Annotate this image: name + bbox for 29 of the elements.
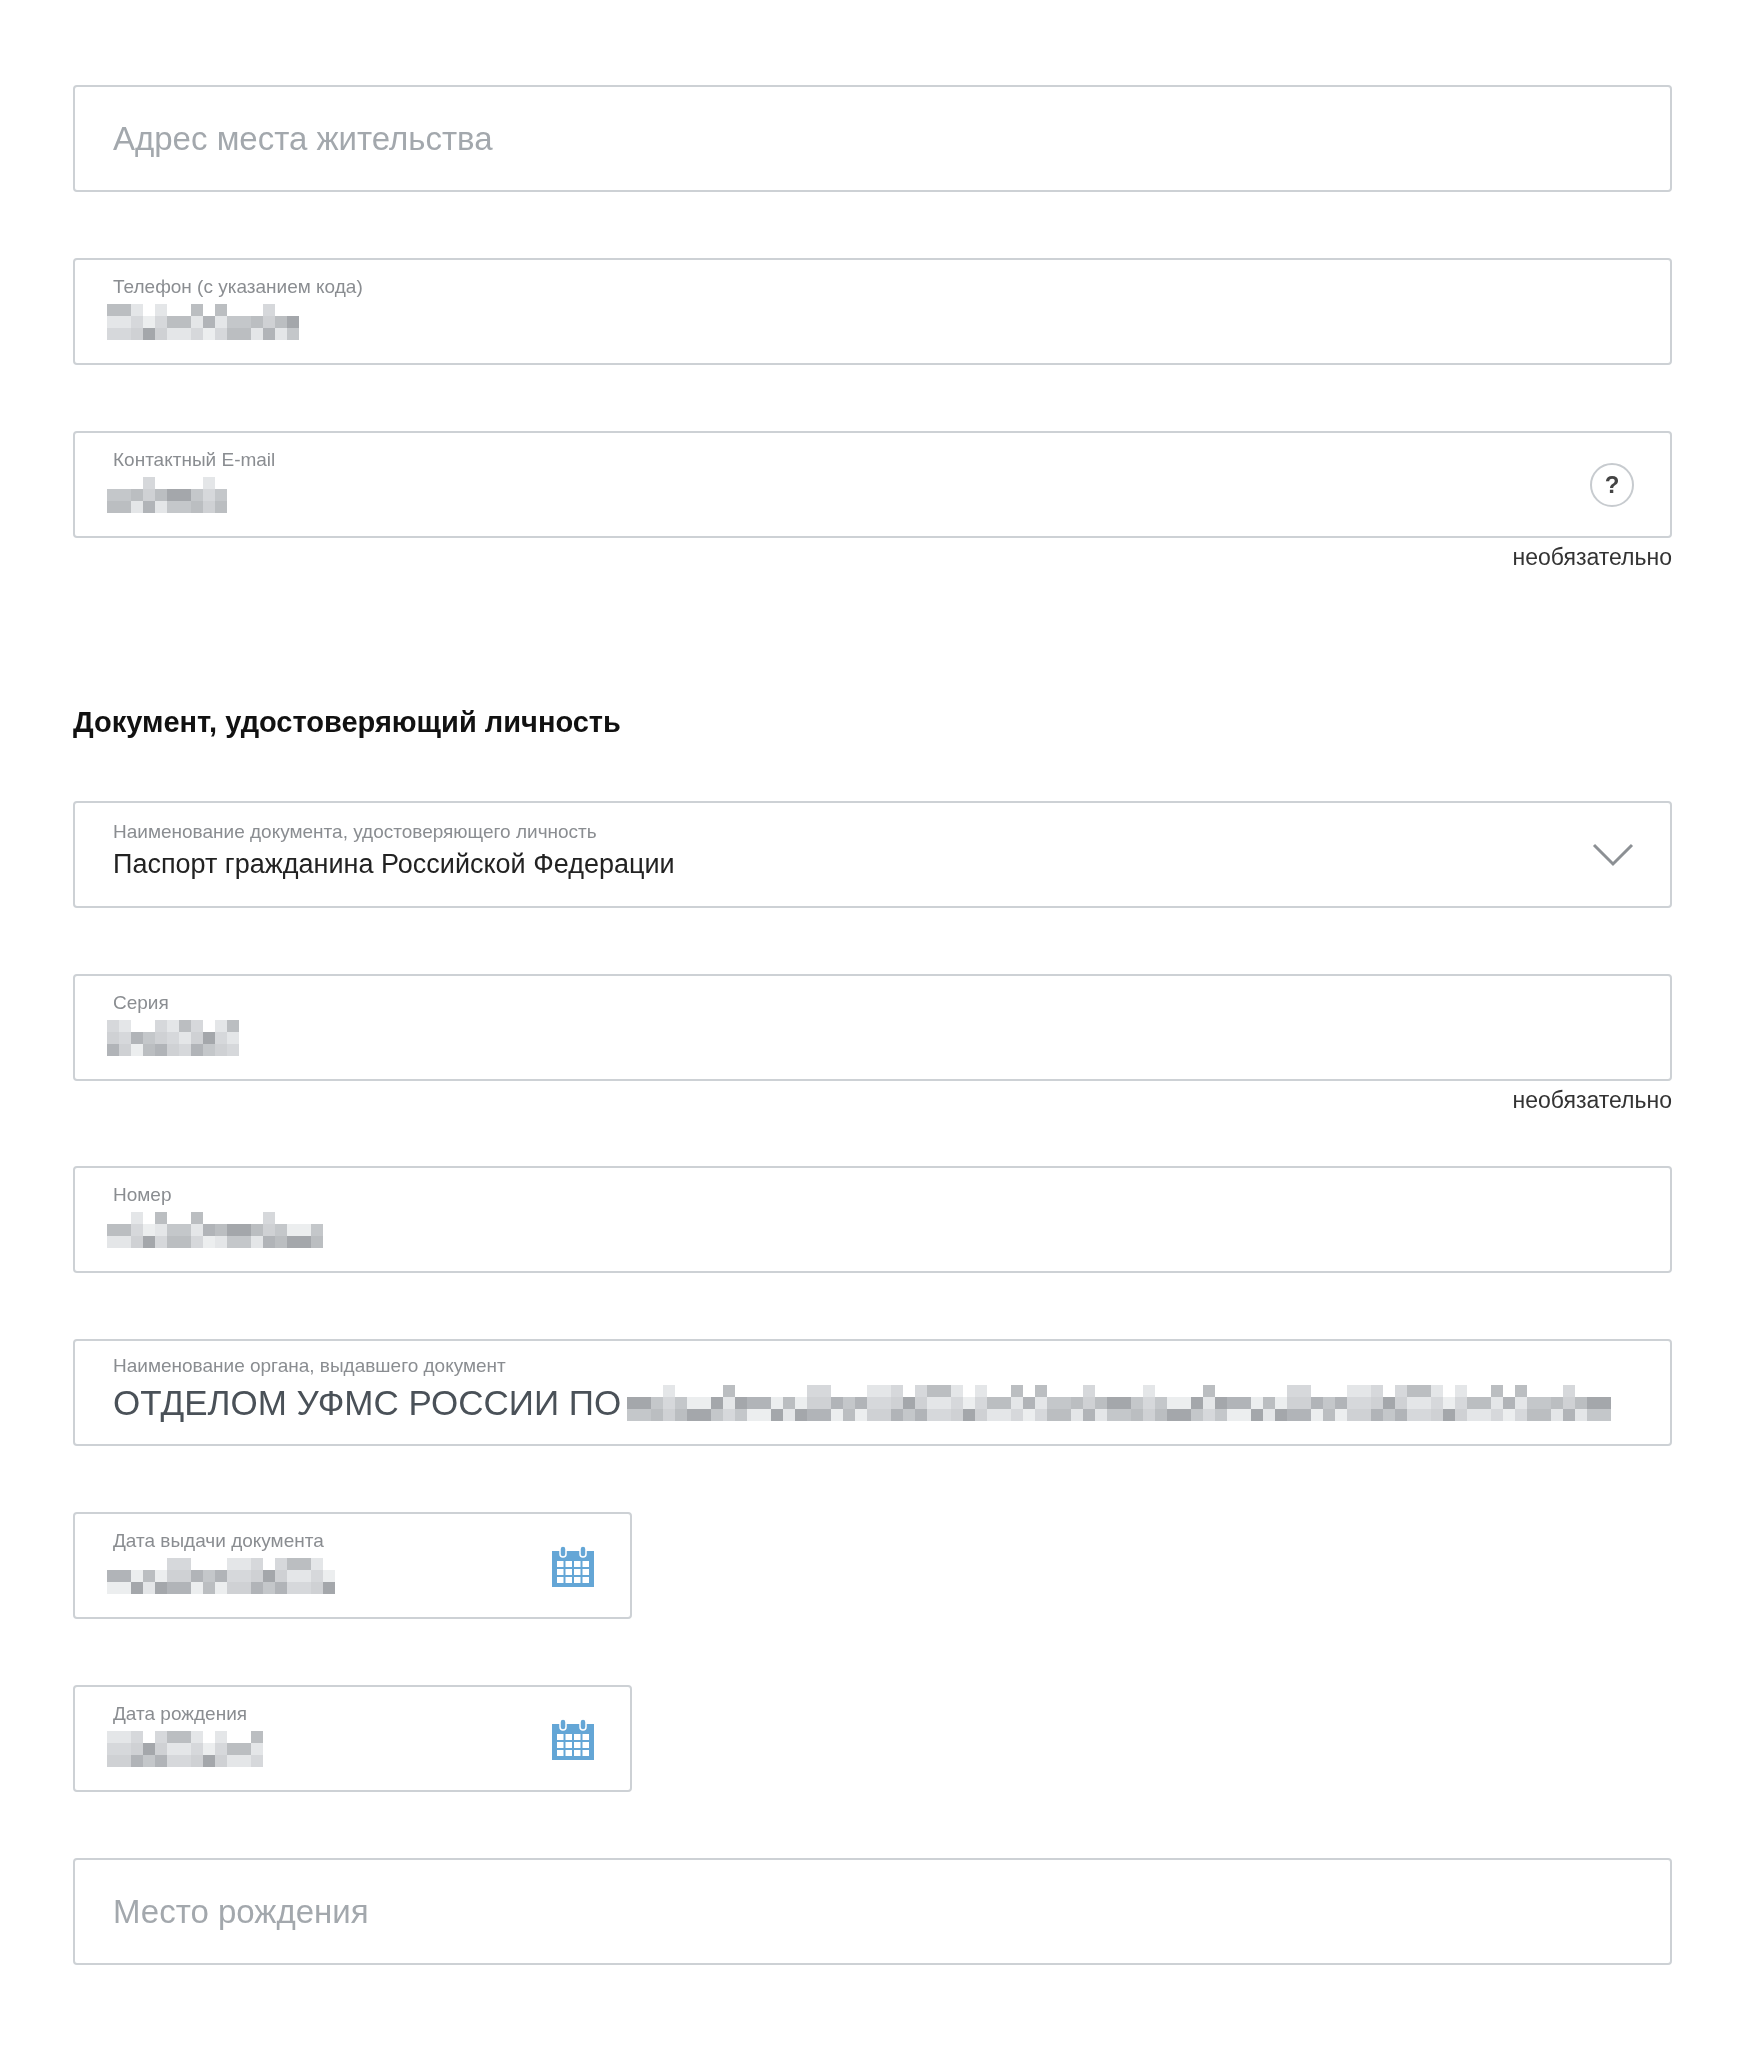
field-value: Паспорт гражданина Российской Федерации bbox=[113, 849, 675, 880]
date-field[interactable]: Дата выдачи документа bbox=[73, 1512, 632, 1619]
field-placeholder: Адрес места жительства bbox=[113, 119, 494, 158]
chevron-down-icon[interactable] bbox=[1592, 842, 1634, 867]
input-field[interactable]: Наименование органа, выдавшего документ ОТДЕЛОМ УФМС РОССИИ ПО bbox=[73, 1339, 1672, 1446]
section-heading: Документ, удостоверяющий личность bbox=[73, 706, 622, 739]
field-label: Дата рождения bbox=[113, 1702, 249, 1725]
dropdown-field[interactable]: Наименование документа, удостоверяющего личность Паспорт гражданина Российской Федерации bbox=[73, 801, 1672, 908]
field-value: ОТДЕЛОМ УФМС РОССИИ ПО bbox=[113, 1382, 622, 1423]
calendar-icon[interactable] bbox=[552, 1544, 594, 1587]
input-field[interactable]: Телефон (с указанием кода) bbox=[73, 258, 1672, 365]
field-label: Номер bbox=[113, 1183, 173, 1206]
input-field[interactable]: Серия bbox=[73, 974, 1672, 1081]
input-field[interactable]: Номер bbox=[73, 1166, 1672, 1273]
field-label: Серия bbox=[113, 991, 170, 1014]
input-field[interactable]: Контактный E-mail ? bbox=[73, 431, 1672, 538]
optional-note: необязательно bbox=[1512, 544, 1672, 571]
input-field[interactable]: Место рождения bbox=[73, 1858, 1672, 1965]
field-label: Дата выдачи документа bbox=[113, 1529, 325, 1552]
field-placeholder: Место рождения bbox=[113, 1892, 370, 1931]
field-label: Наименование органа, выдавшего документ bbox=[113, 1354, 507, 1377]
help-button[interactable]: ? bbox=[1590, 462, 1634, 507]
date-field[interactable]: Дата рождения bbox=[73, 1685, 632, 1792]
input-field[interactable]: Адрес места жительства bbox=[73, 85, 1672, 192]
field-label: Наименование документа, удостоверяющего личность bbox=[113, 821, 598, 843]
calendar-icon[interactable] bbox=[552, 1717, 594, 1760]
field-label: Контактный E-mail bbox=[113, 448, 277, 471]
field-label: Телефон (с указанием кода) bbox=[113, 275, 364, 298]
optional-note: необязательно bbox=[1512, 1087, 1672, 1114]
